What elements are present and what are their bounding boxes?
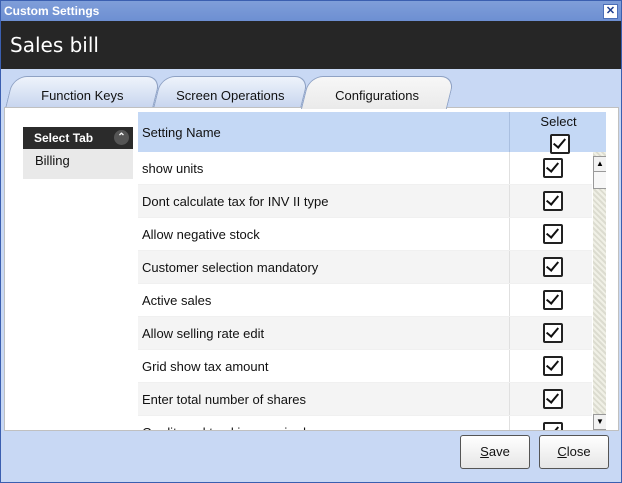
setting-name: Credit card tracking required [142, 425, 306, 430]
table-row[interactable]: Allow negative stock [138, 218, 592, 251]
table-row[interactable]: Active sales [138, 284, 592, 317]
select-checkbox[interactable] [543, 356, 563, 376]
table-row[interactable]: Dont calculate tax for INV II type [138, 185, 592, 218]
select-cell [509, 152, 593, 184]
close-mnemonic: C [557, 444, 567, 459]
table-row[interactable]: Customer selection mandatory [138, 251, 592, 284]
title-bar[interactable]: Custom Settings ✕ [1, 1, 621, 21]
setting-name: show units [142, 161, 204, 176]
setting-name: Allow negative stock [142, 227, 260, 242]
select-checkbox[interactable] [543, 224, 563, 244]
column-header-select-label: Select [540, 114, 577, 129]
table-row[interactable]: Allow selling rate edit [138, 317, 592, 350]
select-cell [509, 218, 593, 250]
page-title: Sales bill [10, 33, 99, 57]
setting-name: Enter total number of shares [142, 392, 307, 407]
select-cell [509, 416, 593, 430]
select-cell [509, 251, 593, 283]
close-label-rest: lose [566, 444, 591, 459]
select-tab-sidebar: Select Tab ⌃ Billing [23, 127, 133, 179]
setting-name: Dont calculate tax for INV II type [142, 194, 329, 209]
close-button[interactable]: Close [539, 435, 609, 469]
grid-header: Setting Name Select [138, 112, 606, 154]
select-checkbox[interactable] [543, 191, 563, 211]
close-icon[interactable]: ✕ [603, 4, 618, 19]
tab-bar: Function Keys Screen Operations Configur… [1, 69, 621, 109]
scroll-up-icon[interactable]: ▲ [593, 156, 606, 172]
save-button[interactable]: Save [460, 435, 530, 469]
scroll-thumb[interactable] [593, 171, 606, 189]
tab-screen-operations[interactable]: Screen Operations [152, 76, 310, 109]
column-header-setting-name[interactable]: Setting Name [142, 125, 221, 140]
configurations-panel: Select Tab ⌃ Billing Setting Name Select… [4, 107, 619, 431]
setting-name: Customer selection mandatory [142, 260, 319, 275]
select-cell [509, 350, 593, 382]
window-title: Custom Settings [4, 4, 100, 18]
select-checkbox[interactable] [543, 422, 563, 430]
sidebar-header: Select Tab ⌃ [23, 127, 133, 149]
select-cell [509, 284, 593, 316]
select-cell [509, 317, 593, 349]
select-all-checkbox[interactable] [550, 134, 570, 154]
select-cell [509, 383, 593, 415]
page-header: Sales bill [1, 21, 621, 69]
tab-label: Configurations [335, 88, 420, 103]
select-cell [509, 185, 593, 217]
tab-configurations[interactable]: Configurations [300, 76, 456, 109]
table-row[interactable]: Grid show tax amount [138, 350, 592, 383]
table-row[interactable]: Enter total number of shares [138, 383, 592, 416]
sidebar-item-billing[interactable]: Billing [23, 149, 133, 179]
select-checkbox[interactable] [543, 290, 563, 310]
setting-name: Grid show tax amount [142, 359, 269, 374]
table-row[interactable]: show units [138, 152, 592, 185]
custom-settings-window: Custom Settings ✕ Sales bill Function Ke… [0, 0, 622, 483]
select-checkbox[interactable] [543, 257, 563, 277]
setting-name: Allow selling rate edit [142, 326, 265, 341]
settings-grid: Setting Name Select show units Dont calcu… [138, 112, 606, 430]
select-checkbox[interactable] [543, 158, 563, 178]
column-header-select[interactable]: Select [509, 112, 606, 154]
table-row[interactable]: Credit card tracking required [138, 416, 592, 430]
select-checkbox[interactable] [543, 323, 563, 343]
vertical-scrollbar[interactable]: ▲ ▼ [593, 152, 606, 430]
save-mnemonic: S [480, 444, 489, 459]
grid-rows: show units Dont calculate tax for INV II … [138, 152, 592, 430]
select-checkbox[interactable] [543, 389, 563, 409]
scroll-down-icon[interactable]: ▼ [593, 414, 606, 430]
tab-function-keys[interactable]: Function Keys [4, 76, 162, 109]
sidebar-header-label: Select Tab [34, 131, 94, 145]
setting-name: Active sales [142, 293, 212, 308]
double-chevron-up-icon[interactable]: ⌃ [114, 130, 129, 145]
save-label-rest: ave [488, 444, 510, 459]
